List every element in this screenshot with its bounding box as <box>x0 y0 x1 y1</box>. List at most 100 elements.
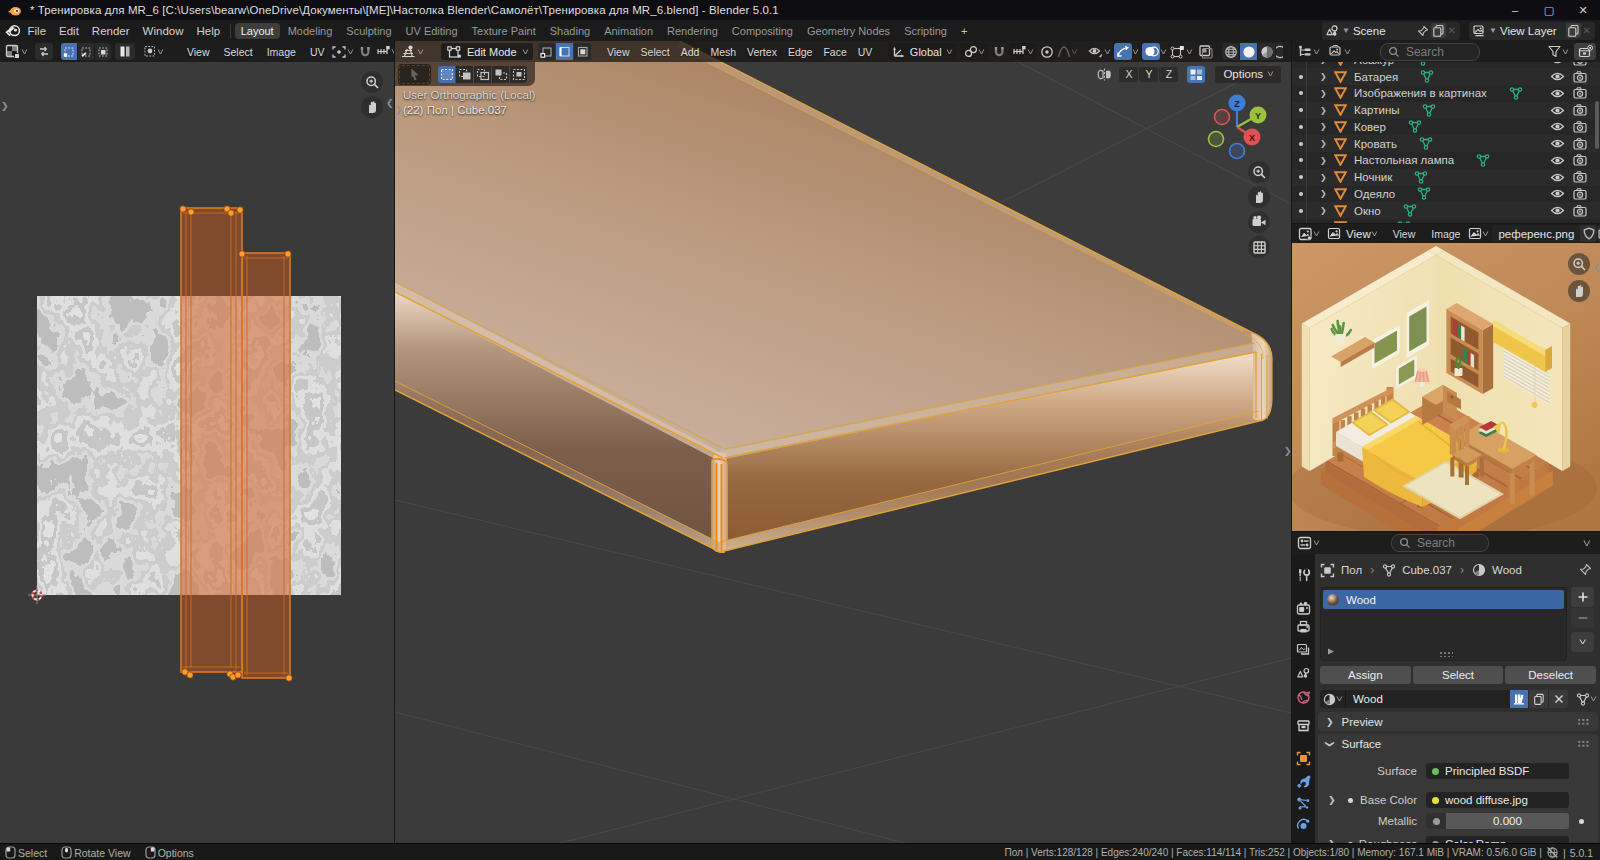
properties-search-input[interactable]: Search <box>1391 534 1489 552</box>
browse-material-button[interactable]: ˅ <box>1320 690 1345 708</box>
material-slot-specials-button[interactable]: ˅ <box>1571 632 1594 652</box>
image-datablock-icon[interactable] <box>1468 227 1482 240</box>
tab-modifiers[interactable] <box>1292 771 1315 792</box>
filter-funnel-icon[interactable] <box>1547 45 1562 59</box>
snap-magnet-icon[interactable] <box>992 45 1007 59</box>
mode-selector[interactable]: Edit Mode ˅ <box>441 43 534 60</box>
menu-window[interactable]: Window <box>136 25 190 37</box>
remove-material-slot-button[interactable] <box>1571 608 1594 628</box>
disable-render-camera-icon[interactable] <box>1573 104 1587 116</box>
menu-edit[interactable]: Edit <box>53 25 86 37</box>
surface-panel-header[interactable]: ❯ Surface <box>1318 734 1598 753</box>
expand-icon[interactable]: ❯ <box>1320 62 1330 64</box>
select-intersect-button[interactable] <box>510 66 527 83</box>
base-color-button[interactable]: wood diffuse.jpg <box>1426 792 1569 808</box>
outliner-row-nastolnaya-lampa[interactable]: ❯ Настольная лампа <box>1292 152 1600 169</box>
tab-particles[interactable] <box>1292 793 1315 814</box>
toggle-ortho-button[interactable] <box>1248 236 1270 258</box>
surface-shader-button[interactable]: Principled BSDF <box>1426 763 1569 779</box>
select-button[interactable]: Select <box>1413 666 1504 684</box>
select-mode-face-button[interactable] <box>574 43 591 60</box>
fake-user-toggle[interactable] <box>1580 225 1597 242</box>
workspace-tab-compositing[interactable]: Compositing <box>726 23 799 39</box>
show-overlays-toggle[interactable] <box>1142 43 1160 60</box>
outliner-row-izobrazheniya[interactable]: ❯ Изображения в картинах <box>1292 85 1600 102</box>
panel-drag-grip[interactable] <box>1577 718 1590 725</box>
image-menu-view[interactable]: View <box>1385 228 1424 240</box>
uv-menu-image[interactable]: Image <box>260 46 303 58</box>
workspace-tab-modeling[interactable]: Modeling <box>282 23 339 39</box>
new-view-layer-icon[interactable] <box>1566 23 1581 38</box>
hide-eye-icon[interactable] <box>1550 172 1565 183</box>
hide-eye-icon[interactable] <box>1550 155 1565 166</box>
camera-view-button[interactable] <box>1248 211 1270 233</box>
disable-render-camera-icon[interactable] <box>1573 138 1587 150</box>
scene-selector[interactable]: ▼ Scene ✕ <box>1322 22 1460 40</box>
pivot-point-selector[interactable]: ˅ <box>960 43 988 60</box>
expand-icon[interactable]: ❯ <box>1320 156 1330 165</box>
transform-orientation-selector[interactable]: Global ˅ <box>888 43 956 60</box>
material-name-field[interactable]: Wood <box>1345 690 1510 708</box>
object-visibility-icon[interactable] <box>1088 45 1104 58</box>
uv-pan-hand-button[interactable] <box>361 96 383 118</box>
uv-menu-view[interactable]: View <box>180 46 217 58</box>
outliner-row-odeyalo[interactable]: ❯ Одеяло <box>1292 186 1600 203</box>
viewport-menu-select[interactable]: Select <box>635 46 675 58</box>
mirror-x-button[interactable]: X <box>1119 67 1138 82</box>
maximize-button[interactable]: ▢ <box>1532 0 1566 20</box>
tab-tool[interactable] <box>1292 565 1315 586</box>
toggle-xray-icon[interactable] <box>1198 44 1214 59</box>
outliner-display-mode-icon[interactable] <box>1298 45 1313 59</box>
shading-solid-button[interactable] <box>1240 43 1257 60</box>
disable-render-camera-icon[interactable] <box>1573 62 1587 66</box>
list-resize-grip[interactable] <box>1439 651 1453 657</box>
uv-menu-select[interactable]: Select <box>217 46 260 58</box>
select-invert-button[interactable] <box>492 66 509 83</box>
select-subtract-button[interactable] <box>474 66 491 83</box>
breadcrumb-object[interactable]: Пол <box>1341 564 1362 576</box>
region-toggle-chevron[interactable]: ❯ <box>1 101 9 111</box>
outliner-filter-collection-icon[interactable] <box>1328 45 1344 59</box>
pin-icon[interactable] <box>1579 563 1592 576</box>
uv-menu-uv[interactable]: UV <box>303 46 332 58</box>
select-mode-edge-button[interactable] <box>556 43 573 60</box>
menu-render[interactable]: Render <box>85 25 136 37</box>
uv-zoom-button[interactable] <box>361 71 383 93</box>
hide-eye-icon[interactable] <box>1550 71 1565 82</box>
gizmo-y-label[interactable]: Y <box>1255 111 1261 121</box>
proportional-falloff-icon[interactable] <box>1057 45 1071 59</box>
new-collection-button[interactable] <box>1574 43 1596 60</box>
workspace-tab-shading[interactable]: Shading <box>544 23 596 39</box>
outliner-row-nochnik[interactable]: ❯ Ночник <box>1292 169 1600 186</box>
disable-render-camera-icon[interactable] <box>1573 121 1587 133</box>
snap-target-selector[interactable]: ˅ <box>1009 43 1036 60</box>
editor-type-3d-icon[interactable] <box>400 44 417 59</box>
viewport-canvas[interactable] <box>395 41 1291 843</box>
gizmo-z-label[interactable]: Z <box>1234 99 1240 109</box>
breadcrumb-material[interactable]: Wood <box>1492 564 1522 576</box>
view-layer-selector[interactable]: ▼ View Layer ✕ <box>1469 22 1595 40</box>
region-toggle-chevron[interactable]: ❮ <box>1593 262 1600 272</box>
image-menu-image[interactable]: Image <box>1423 228 1468 240</box>
expand-icon[interactable]: ❯ <box>1320 106 1330 115</box>
viewport-menu-uv[interactable]: UV <box>852 46 878 58</box>
uv-islands[interactable] <box>180 206 292 681</box>
hide-eye-icon[interactable] <box>1550 188 1565 199</box>
navigation-gizmo[interactable]: Z Y X <box>1199 89 1275 165</box>
tab-view-layer[interactable] <box>1292 639 1315 660</box>
tab-collection[interactable] <box>1292 715 1315 736</box>
viewport-menu-view[interactable]: View <box>601 46 635 58</box>
decorator-dot[interactable] <box>1579 819 1584 824</box>
pan-hand-button[interactable] <box>1248 186 1270 208</box>
pivot-center-icon[interactable] <box>331 45 347 59</box>
expand-icon[interactable]: ❯ <box>1320 89 1330 98</box>
blender-app-icon[interactable] <box>5 24 21 37</box>
shading-wireframe-button[interactable] <box>1222 43 1239 60</box>
panel-drag-grip[interactable] <box>1577 740 1590 747</box>
uv-select-vertex-button[interactable] <box>61 43 77 60</box>
breadcrumb-mesh[interactable]: Cube.037 <box>1402 564 1452 576</box>
image-name-field[interactable]: референс.png <box>1492 225 1580 242</box>
workspace-tab-scripting[interactable]: Scripting <box>898 23 953 39</box>
hide-eye-icon[interactable] <box>1550 88 1565 99</box>
disable-render-camera-icon[interactable] <box>1573 221 1587 223</box>
